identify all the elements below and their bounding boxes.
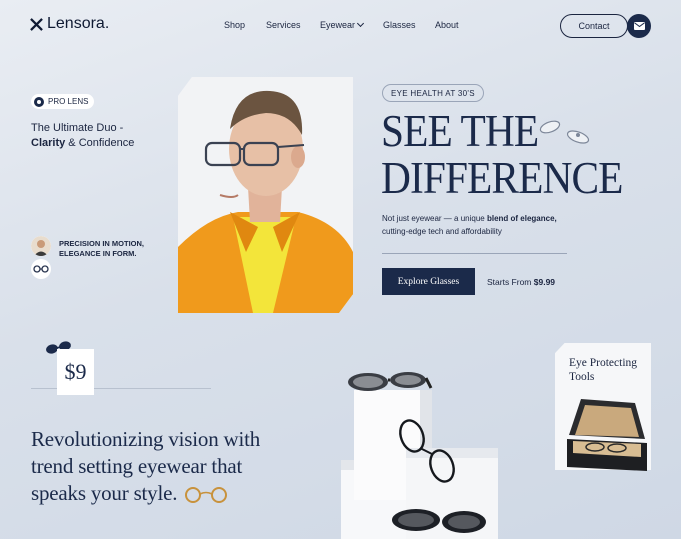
duo-tagline: The Ultimate Duo - Clarity & Confidence xyxy=(31,121,181,151)
starts-from: Starts From $9.99 xyxy=(487,277,555,287)
nav-about[interactable]: About xyxy=(435,20,459,30)
mail-button[interactable] xyxy=(627,14,651,38)
eye-health-tag: EYE HEALTH AT 30'S xyxy=(382,84,484,102)
chevron-down-icon xyxy=(356,19,365,28)
brand-name: Lensora. xyxy=(47,15,110,32)
hero-sub-bold: blend of elegance, xyxy=(486,214,557,223)
nav-shop[interactable]: Shop xyxy=(224,20,245,30)
nav-glasses[interactable]: Glasses xyxy=(383,20,416,30)
nav-eyewear-label: Eyewear xyxy=(320,20,356,30)
glasses-thumb-icon xyxy=(31,259,51,279)
duo-line1: The Ultimate Duo - xyxy=(31,122,124,134)
starts-price: $9.99 xyxy=(533,277,556,287)
explore-glasses-button[interactable]: Explore Glasses xyxy=(382,268,475,295)
hero-title-line1: SEE THE xyxy=(381,106,539,156)
price-card: $9 xyxy=(57,349,94,395)
pro-lens-pill: PRO LENS xyxy=(31,94,95,109)
nav-services[interactable]: Services xyxy=(266,20,301,30)
nav-eyewear[interactable]: Eyewear xyxy=(320,19,365,30)
duo-bold: Clarity xyxy=(31,137,66,149)
mail-icon xyxy=(633,22,645,30)
contact-button[interactable]: Contact xyxy=(560,14,628,38)
lens-icon xyxy=(34,96,44,107)
brand-logo[interactable]: Lensora. xyxy=(30,15,109,33)
pro-lens-label: PRO LENS xyxy=(48,97,89,106)
starts-label: Starts From xyxy=(487,277,534,287)
hero-sub-a: Not just eyewear — a unique xyxy=(382,214,487,223)
hero-sub-b: cutting-edge tech and affordability xyxy=(382,227,502,236)
avatar xyxy=(31,236,51,256)
nose-pads-icon xyxy=(539,120,590,144)
headline: Revolutionizing vision with trend settin… xyxy=(31,426,301,507)
precision-text: PRECISION IN MOTION, ELEGANCE IN FORM. xyxy=(59,239,145,258)
hero-subtext: Not just eyewear — a unique blend of ele… xyxy=(382,212,582,238)
duo-rest: & Confidence xyxy=(65,137,135,149)
tools-title: Eye Protecting Tools xyxy=(569,357,638,383)
glasses-case-image xyxy=(567,399,647,471)
hero-model-image xyxy=(178,77,353,313)
precision-block: PRECISION IN MOTION, ELEGANCE IN FORM. xyxy=(31,236,149,279)
logo-x-icon xyxy=(30,17,43,31)
divider xyxy=(382,253,567,254)
glasses-inline-icon xyxy=(185,487,228,504)
hero-title-line2: DIFFERENCE xyxy=(381,153,623,203)
product-display-image xyxy=(336,368,501,539)
